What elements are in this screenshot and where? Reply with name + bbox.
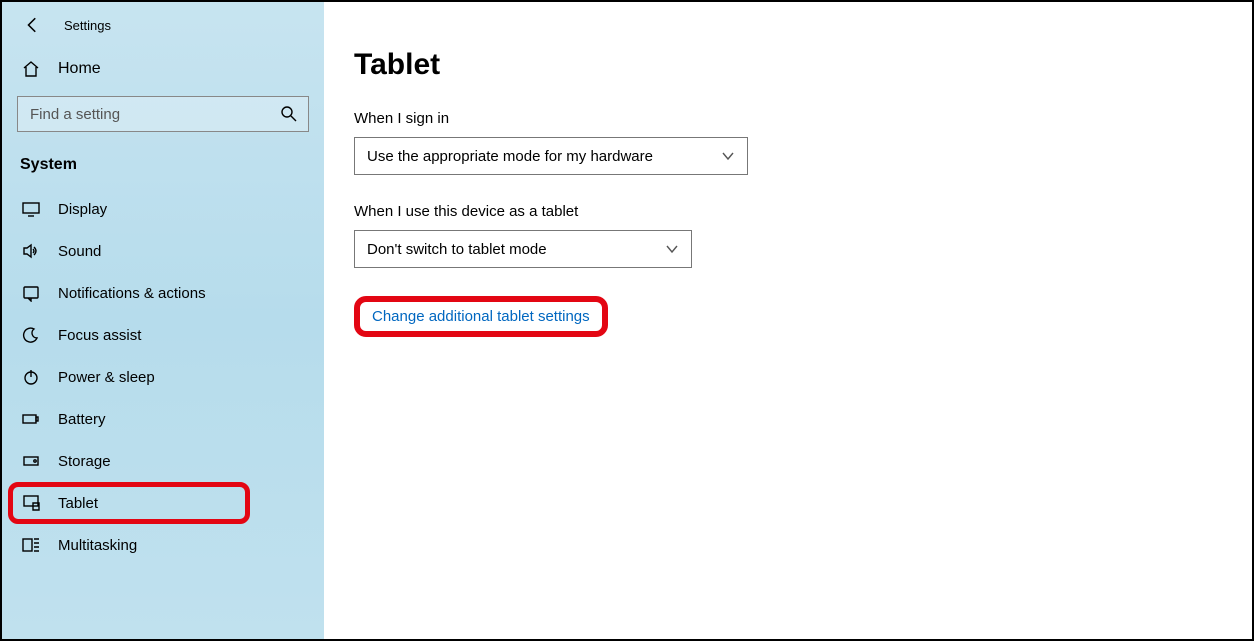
power-icon (22, 368, 40, 386)
dropdown-value: Use the appropriate mode for my hardware (367, 148, 653, 165)
chevron-down-icon (721, 149, 735, 163)
additional-settings-link-wrap: Change additional tablet settings (354, 296, 608, 337)
back-icon[interactable] (24, 16, 42, 34)
home-icon (22, 60, 40, 78)
page-title: Tablet (354, 48, 1252, 82)
nav-label: Notifications & actions (58, 285, 206, 302)
nav-label: Storage (58, 453, 111, 470)
nav-label: Display (58, 201, 107, 218)
nav-notifications[interactable]: Notifications & actions (2, 272, 324, 314)
nav-multitasking[interactable]: Multitasking (2, 524, 324, 566)
annotation-highlight (8, 482, 250, 524)
signin-label: When I sign in (354, 110, 1252, 127)
dropdown-value: Don't switch to tablet mode (367, 241, 547, 258)
nav-power[interactable]: Power & sleep (2, 356, 324, 398)
display-icon (22, 200, 40, 218)
home-link[interactable]: Home (2, 50, 324, 88)
nav-tablet[interactable]: Tablet (2, 482, 324, 524)
device-label: When I use this device as a tablet (354, 203, 1252, 220)
multitasking-icon (22, 536, 40, 554)
nav-focus[interactable]: Focus assist (2, 314, 324, 356)
nav-sound[interactable]: Sound (2, 230, 324, 272)
nav-battery[interactable]: Battery (2, 398, 324, 440)
nav-label: Tablet (58, 495, 98, 512)
focus-icon (22, 326, 40, 344)
device-dropdown[interactable]: Don't switch to tablet mode (354, 230, 692, 268)
nav-label: Focus assist (58, 327, 141, 344)
nav-label: Sound (58, 243, 101, 260)
nav-label: Power & sleep (58, 369, 155, 386)
nav-label: Battery (58, 411, 106, 428)
sidebar: Settings Home System Display Sound Notif… (2, 2, 324, 639)
home-label: Home (58, 60, 101, 78)
storage-icon (22, 452, 40, 470)
notifications-icon (22, 284, 40, 302)
chevron-down-icon (665, 242, 679, 256)
tablet-icon (22, 494, 40, 512)
app-name: Settings (64, 18, 111, 33)
category-label: System (2, 150, 324, 188)
additional-settings-link[interactable]: Change additional tablet settings (372, 308, 590, 325)
titlebar: Settings (2, 10, 324, 50)
signin-dropdown[interactable]: Use the appropriate mode for my hardware (354, 137, 748, 175)
main-content: Tablet When I sign in Use the appropriat… (324, 2, 1252, 639)
battery-icon (22, 410, 40, 428)
nav-display[interactable]: Display (2, 188, 324, 230)
search-icon (280, 105, 298, 123)
search-box[interactable] (17, 96, 309, 132)
nav-storage[interactable]: Storage (2, 440, 324, 482)
nav-label: Multitasking (58, 537, 137, 554)
sound-icon (22, 242, 40, 260)
search-input[interactable] (28, 105, 280, 124)
